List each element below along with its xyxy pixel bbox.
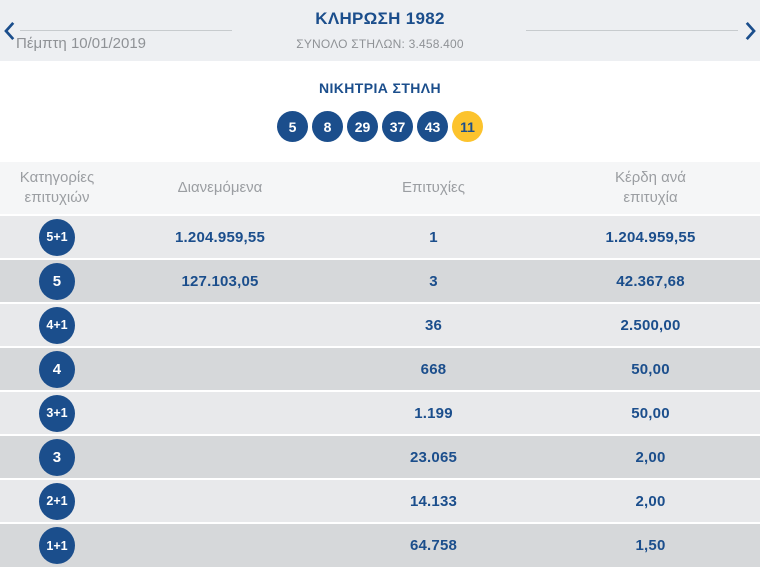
cell-category: 3 xyxy=(0,434,114,479)
total-columns-label: ΣΥΝΟΛΟ ΣΤΗΛΩΝ: 3.458.400 xyxy=(296,37,464,51)
chevron-right-icon xyxy=(745,21,756,41)
cell-category: 4+1 xyxy=(0,302,114,347)
column-header-label: Επιτυχίες xyxy=(402,178,465,196)
category-ball: 5+1 xyxy=(39,218,75,256)
draw-title: ΚΛΗΡΩΣΗ 1982 xyxy=(315,9,445,28)
column-header-category: Κατηγορίες επιτυχιών xyxy=(0,162,114,215)
cell-epityxies: 14.133 xyxy=(326,478,541,523)
table-row: 1+1 64.758 1,50 xyxy=(0,522,760,567)
cell-category: 4 xyxy=(0,346,114,391)
table-row: 4+1 36 2.500,00 xyxy=(0,302,760,347)
results-table-body: 5+1 1.204.959,55 1 1.204.959,55 5 127.103,05 3… xyxy=(0,214,760,567)
cell-epityxies: 64.758 xyxy=(326,522,541,567)
category-ball: 3 xyxy=(39,438,75,476)
cell-category: 1+1 xyxy=(0,522,114,567)
results-table: Κατηγορίες επιτυχιών Διανεμόμενα Επιτυχίες… xyxy=(0,162,760,567)
winning-column-title: ΝΙΚΗΤΡΙΑ ΣΤΗΛΗ xyxy=(318,80,442,96)
cell-kerdi: 50,00 xyxy=(541,346,760,391)
cell-dianemomena: 1.204.959,55 xyxy=(114,214,326,259)
cell-category: 2+1 xyxy=(0,478,114,523)
winning-number-ball: 5 xyxy=(277,111,308,142)
cell-epityxies: 36 xyxy=(326,302,541,347)
category-ball: 2+1 xyxy=(39,482,75,520)
column-header-label: Διανεμόμενα xyxy=(177,178,263,196)
cell-kerdi: 42.367,68 xyxy=(541,258,760,303)
cell-dianemomena xyxy=(114,522,326,567)
cell-dianemomena xyxy=(114,434,326,479)
column-header-label: Κέρδη ανά επιτυχία xyxy=(615,168,686,206)
winning-number-ball: 43 xyxy=(417,111,448,142)
winning-number-ball: 29 xyxy=(347,111,378,142)
cell-epityxies: 23.065 xyxy=(326,434,541,479)
cell-kerdi: 2,00 xyxy=(541,434,760,479)
divider-line-right xyxy=(526,30,738,31)
draw-date: Πέμπτη 10/01/2019 xyxy=(16,35,147,52)
cell-epityxies: 1.199 xyxy=(326,390,541,435)
cell-dianemomena xyxy=(114,390,326,435)
cell-kerdi: 1,50 xyxy=(541,522,760,567)
winning-number-ball: 37 xyxy=(382,111,413,142)
category-ball: 4+1 xyxy=(39,306,75,344)
winning-number-ball: 8 xyxy=(312,111,343,142)
cell-kerdi: 50,00 xyxy=(541,390,760,435)
cell-category: 5+1 xyxy=(0,214,114,259)
cell-kerdi: 2,00 xyxy=(541,478,760,523)
table-row: 4 668 50,00 xyxy=(0,346,760,391)
table-row: 3+1 1.199 50,00 xyxy=(0,390,760,435)
category-ball: 3+1 xyxy=(39,394,75,432)
cell-category: 3+1 xyxy=(0,390,114,435)
category-ball: 1+1 xyxy=(39,527,75,564)
divider-line-left xyxy=(20,30,232,31)
cell-category: 5 xyxy=(0,258,114,303)
draw-header: ΚΛΗΡΩΣΗ 1982 ΣΥΝΟΛΟ ΣΤΗΛΩΝ: 3.458.400 xyxy=(232,9,528,51)
draw-navigator: ΚΛΗΡΩΣΗ 1982 ΣΥΝΟΛΟ ΣΤΗΛΩΝ: 3.458.400 Πέ… xyxy=(0,0,760,61)
cell-dianemomena: 127.103,05 xyxy=(114,258,326,303)
table-row: 2+1 14.133 2,00 xyxy=(0,478,760,523)
winning-column-section: ΝΙΚΗΤΡΙΑ ΣΤΗΛΗ 5 8 29 37 43 11 xyxy=(0,61,760,162)
bonus-number-ball: 11 xyxy=(452,111,483,142)
cell-epityxies: 3 xyxy=(326,258,541,303)
cell-dianemomena xyxy=(114,346,326,391)
cell-epityxies: 1 xyxy=(326,214,541,259)
column-header-label: Κατηγορίες επιτυχιών xyxy=(19,168,95,206)
chevron-left-icon xyxy=(4,21,15,41)
table-row: 5 127.103,05 3 42.367,68 xyxy=(0,258,760,303)
next-draw-button[interactable] xyxy=(742,17,759,45)
table-row: 3 23.065 2,00 xyxy=(0,434,760,479)
results-table-header: Κατηγορίες επιτυχιών Διανεμόμενα Επιτυχίες… xyxy=(0,162,760,215)
table-row: 5+1 1.204.959,55 1 1.204.959,55 xyxy=(0,214,760,259)
winning-numbers: 5 8 29 37 43 11 xyxy=(0,111,760,142)
column-header-epityxies: Επιτυχίες xyxy=(326,162,541,215)
cell-dianemomena xyxy=(114,302,326,347)
cell-dianemomena xyxy=(114,478,326,523)
column-header-kerdi: Κέρδη ανά επιτυχία xyxy=(541,162,760,215)
cell-kerdi: 1.204.959,55 xyxy=(541,214,760,259)
cell-epityxies: 668 xyxy=(326,346,541,391)
category-ball: 4 xyxy=(39,350,75,388)
column-header-dianemomena: Διανεμόμενα xyxy=(114,162,326,215)
category-ball: 5 xyxy=(39,262,75,300)
cell-kerdi: 2.500,00 xyxy=(541,302,760,347)
